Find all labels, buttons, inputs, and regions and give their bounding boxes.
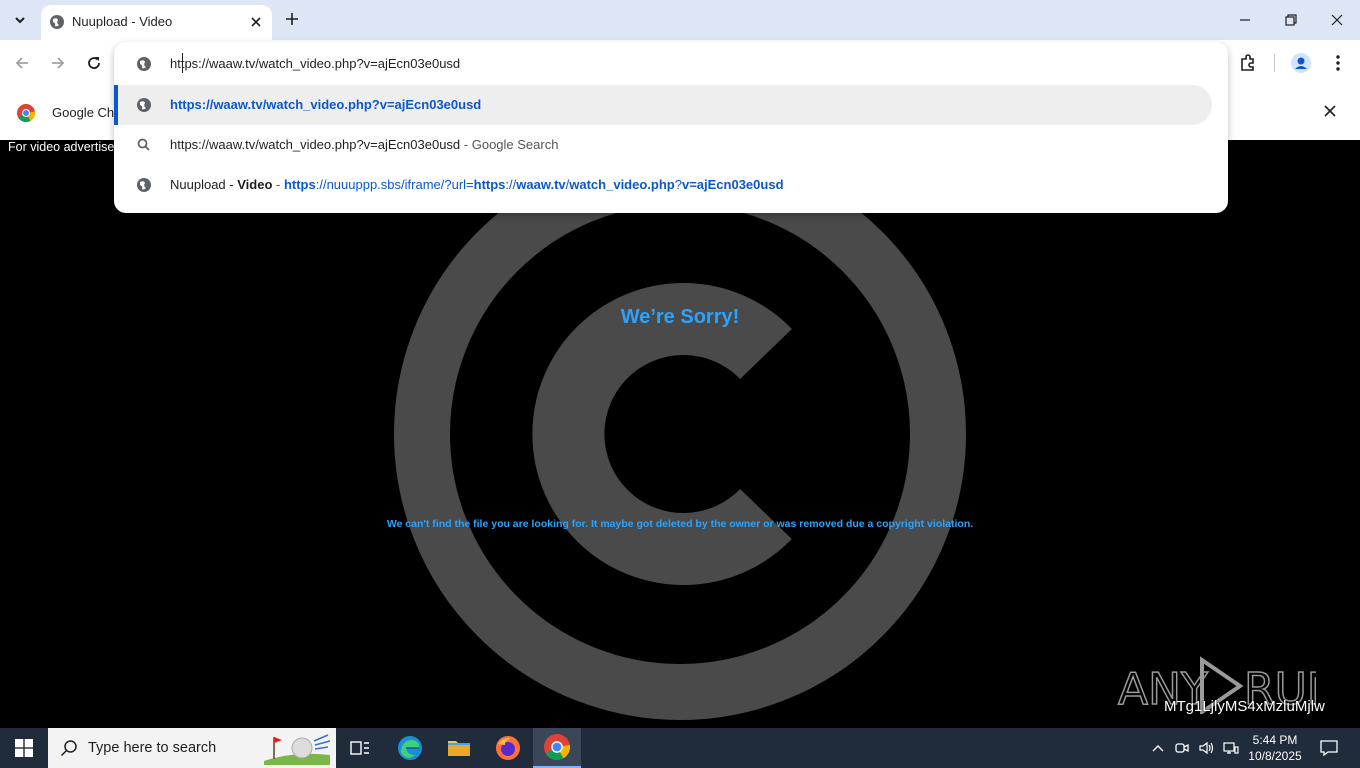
clock-date: 10/8/2025 bbox=[1248, 749, 1302, 763]
suggestion-search-text: https://waaw.tv/watch_video.php?v=ajEcn0… bbox=[170, 137, 558, 152]
speaker-icon bbox=[1199, 741, 1214, 755]
url-part: https bbox=[283, 177, 316, 192]
suggestion-history-text: Nuupload - Video - https://nuuuppp.sbs/i… bbox=[170, 177, 784, 192]
toolbar-divider bbox=[1274, 54, 1275, 72]
taskbar: Type here to search 5:44 PM 10/8/2025 bbox=[0, 728, 1360, 768]
menu-button[interactable] bbox=[1327, 52, 1349, 74]
minimize-button[interactable] bbox=[1222, 0, 1268, 40]
tray-volume-button[interactable] bbox=[1196, 728, 1218, 768]
url-part: v=ajEcn03e0usd bbox=[681, 177, 784, 192]
maximize-button[interactable] bbox=[1268, 0, 1314, 40]
search-icon bbox=[60, 740, 77, 757]
task-view-icon bbox=[350, 741, 369, 755]
watermark-id: MTg1LjlyMS4xMzluMjlw bbox=[1164, 698, 1325, 715]
new-tab-button[interactable] bbox=[280, 7, 304, 31]
search-icon bbox=[137, 138, 150, 151]
reload-icon bbox=[88, 57, 100, 69]
suggestion-search[interactable]: https://waaw.tv/watch_video.php?v=ajEcn0… bbox=[114, 125, 1212, 165]
url-part: watch_video.php bbox=[569, 177, 675, 192]
minimize-icon bbox=[1240, 19, 1250, 21]
network-icon bbox=[1223, 742, 1239, 754]
taskbar-clock[interactable]: 5:44 PM 10/8/2025 bbox=[1244, 732, 1306, 764]
suggestion-history-url: https://nuuuppp.sbs/iframe/?url=https://… bbox=[284, 177, 784, 192]
infobar-text: Google Ch bbox=[52, 105, 115, 120]
error-heading: We’re Sorry! bbox=[620, 306, 740, 328]
tray-network-button[interactable] bbox=[1220, 728, 1242, 768]
profile-button[interactable] bbox=[1290, 52, 1312, 74]
address-input[interactable]: https://waaw.tv/watch_video.php?v=ajEcn0… bbox=[170, 56, 460, 71]
tab-search-button[interactable] bbox=[6, 6, 34, 34]
chrome-icon bbox=[544, 734, 570, 760]
notification-icon bbox=[1320, 740, 1338, 757]
selection-indicator bbox=[114, 85, 118, 125]
suggestion-separator: - bbox=[272, 177, 284, 192]
avatar-icon bbox=[1291, 53, 1311, 73]
windows-logo-icon bbox=[15, 739, 33, 757]
task-view-button[interactable] bbox=[336, 728, 384, 768]
globe-icon bbox=[50, 15, 64, 29]
tab-close-button[interactable] bbox=[246, 12, 266, 32]
firefox-app[interactable] bbox=[484, 728, 532, 768]
url-part: waaw.tv bbox=[516, 177, 566, 192]
copyright-icon bbox=[394, 148, 966, 720]
chrome-logo-icon bbox=[17, 104, 35, 122]
kebab-menu-icon bbox=[1336, 55, 1340, 71]
restore-icon bbox=[1285, 14, 1297, 26]
infobar-close-button[interactable] bbox=[1324, 104, 1336, 122]
browser-tab[interactable]: Nuupload - Video bbox=[41, 5, 272, 40]
folder-icon bbox=[448, 741, 470, 756]
clock-time: 5:44 PM bbox=[1252, 733, 1298, 747]
arrow-left-icon bbox=[15, 57, 28, 69]
close-icon bbox=[1324, 105, 1336, 117]
chrome-app[interactable] bbox=[533, 728, 581, 768]
notifications-button[interactable] bbox=[1316, 728, 1342, 768]
close-icon bbox=[251, 17, 261, 27]
chevron-up-icon bbox=[1152, 745, 1164, 752]
globe-icon bbox=[137, 178, 151, 192]
back-button[interactable] bbox=[11, 52, 33, 74]
golf-highlight-icon bbox=[264, 734, 331, 765]
taskbar-search-box[interactable]: Type here to search bbox=[48, 728, 336, 768]
extensions-button[interactable] bbox=[1237, 52, 1259, 74]
url-part: https bbox=[473, 177, 506, 192]
suggestion-search-suffix: - Google Search bbox=[460, 137, 559, 152]
browser-titlebar: Nuupload - Video bbox=[0, 0, 1360, 40]
edge-app[interactable] bbox=[386, 728, 434, 768]
omnibox-dropdown: https://waaw.tv/watch_video.php?v=ajEcn0… bbox=[114, 42, 1228, 213]
puzzle-icon bbox=[1241, 54, 1254, 71]
suggestion-title-bold: Video bbox=[237, 177, 273, 192]
edge-icon bbox=[398, 736, 422, 760]
plus-icon bbox=[286, 13, 298, 25]
tray-meet-button[interactable] bbox=[1172, 728, 1192, 768]
ad-note-text: For video advertise bbox=[8, 140, 115, 154]
arrow-right-icon bbox=[52, 57, 65, 69]
url-part: ? bbox=[674, 177, 682, 192]
tab-title: Nuupload - Video bbox=[72, 14, 173, 29]
start-button[interactable] bbox=[0, 728, 48, 768]
error-message: We can't find the file you are looking f… bbox=[386, 518, 974, 530]
url-part: ://nuuuppp.sbs/iframe/?url= bbox=[315, 177, 474, 192]
suggestion-url-text: https://waaw.tv/watch_video.php?v=ajEcn0… bbox=[170, 97, 482, 112]
close-window-button[interactable] bbox=[1314, 0, 1360, 40]
forward-button[interactable] bbox=[47, 52, 69, 74]
globe-icon bbox=[137, 57, 151, 71]
url-part: :// bbox=[505, 177, 517, 192]
taskbar-search-placeholder: Type here to search bbox=[88, 740, 217, 756]
camera-icon bbox=[1175, 743, 1189, 753]
page-content: For video advertise We’re Sorry! We can'… bbox=[0, 140, 1360, 728]
suggestion-url[interactable]: https://waaw.tv/watch_video.php?v=ajEcn0… bbox=[114, 85, 1212, 125]
suggestion-title-part: Nuupload - bbox=[170, 177, 238, 192]
suggestion-search-query: https://waaw.tv/watch_video.php?v=ajEcn0… bbox=[170, 137, 461, 152]
text-cursor bbox=[182, 53, 183, 73]
chevron-down-icon bbox=[15, 17, 25, 24]
firefox-icon bbox=[496, 736, 520, 760]
close-icon bbox=[1331, 14, 1343, 26]
globe-icon bbox=[137, 98, 151, 112]
reload-button[interactable] bbox=[83, 52, 105, 74]
suggestion-history[interactable]: Nuupload - Video - https://nuuuppp.sbs/i… bbox=[114, 165, 1212, 205]
tray-overflow-button[interactable] bbox=[1148, 728, 1168, 768]
file-explorer-app[interactable] bbox=[435, 728, 483, 768]
